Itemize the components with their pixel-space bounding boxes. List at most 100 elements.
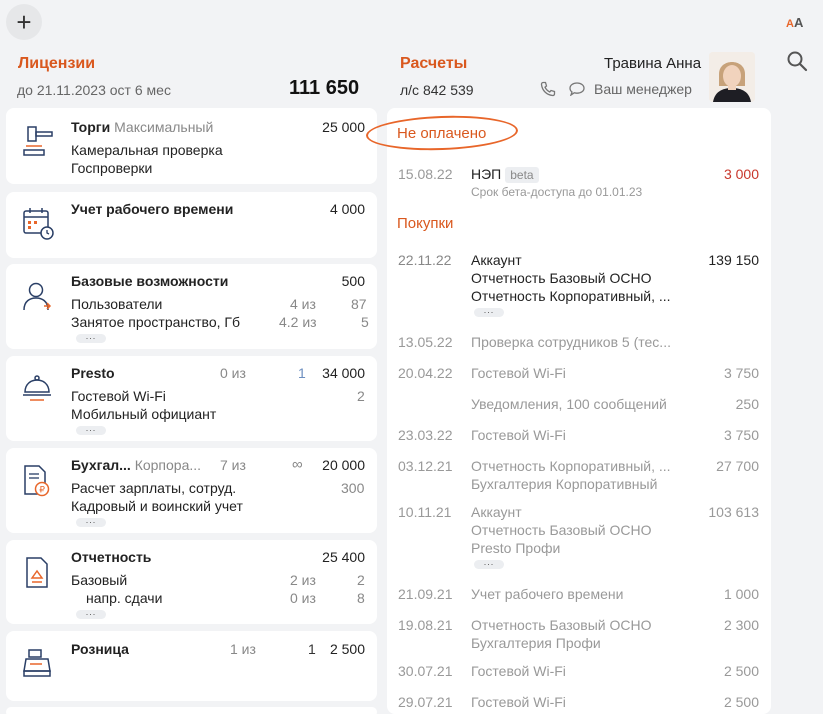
more-button[interactable]: ...: [76, 608, 106, 619]
purchase-date: 10.11.21: [398, 504, 452, 520]
purchase-line: Отчетность Базовый ОСНО: [471, 270, 652, 286]
license-used: 1 из: [230, 641, 256, 657]
license-total: 300: [341, 480, 365, 496]
license-name: Базовые возможности: [71, 273, 229, 289]
license-option: Гостевой Wi-Fi: [71, 388, 166, 404]
license-total: 8: [357, 590, 365, 606]
purchase-sum: 2 300: [723, 617, 759, 633]
purchase-sum: 27 700: [716, 458, 759, 474]
payment-note: Срок бета-доступа до 01.01.23: [471, 185, 643, 199]
license-price: 500: [341, 273, 365, 289]
purchase-line: Аккаунт: [471, 252, 522, 268]
payment-sum[interactable]: 3 000: [724, 166, 759, 182]
license-price: 2 500: [329, 641, 365, 657]
license-option: Занятое пространство, Гб: [71, 314, 240, 330]
search-icon[interactable]: [786, 50, 808, 72]
user-icon: [23, 282, 52, 311]
license-total: 1: [308, 641, 316, 657]
purchase-sum: 250: [735, 396, 759, 412]
chat-icon: [569, 82, 585, 96]
license-used: 0 из: [290, 590, 316, 606]
license-price: 25 400: [322, 549, 365, 565]
ruble-doc-icon: ₽: [24, 465, 50, 497]
purchase-line: Бухгалтерия Профи: [471, 635, 601, 651]
purchase-sum: 103 613: [708, 504, 759, 520]
purchase-line: Отчетность Базовый ОСНО: [471, 617, 652, 633]
license-total: 87: [351, 296, 367, 312]
license-card-reporting[interactable]: Отчетность 25 400 Базовый 2 из 2 напр. с…: [6, 540, 377, 624]
purchase-line: Аккаунт: [471, 504, 522, 520]
purchase-date: 03.12.21: [398, 458, 453, 474]
purchase-line: Отчетность Базовый ОСНО: [471, 522, 652, 538]
license-name: Розница: [71, 641, 129, 657]
purchase-line: Гостевой Wi-Fi: [471, 663, 566, 679]
purchase-sum: 2 500: [723, 663, 759, 679]
payment-date: 15.08.22: [398, 166, 453, 182]
license-name: Торги: [71, 119, 111, 135]
purchase-sum: 3 750: [723, 365, 759, 381]
more-button[interactable]: ...: [474, 558, 504, 569]
license-card-time-tracking[interactable]: Учет рабочего времени 4 000: [6, 192, 377, 258]
license-option: Мобильный официант: [71, 406, 217, 422]
more-button[interactable]: ...: [76, 332, 106, 343]
license-card-partial: [6, 707, 377, 714]
user-name[interactable]: Травина Анна: [604, 55, 701, 72]
avatar[interactable]: [709, 52, 755, 102]
purchases-header[interactable]: Покупки: [397, 215, 453, 232]
licenses-title[interactable]: Лицензии: [18, 55, 95, 73]
gavel-icon: [23, 126, 53, 156]
manager-link[interactable]: Ваш менеджер: [594, 81, 692, 97]
phone-icon[interactable]: [540, 81, 556, 97]
purchase-date: 23.03.22: [398, 427, 453, 443]
report-doc-icon: [26, 557, 48, 588]
license-option: Базовый: [71, 572, 128, 588]
calendar-clock-icon: [23, 208, 54, 240]
license-used: 2 из: [290, 572, 316, 588]
purchase-date: 19.08.21: [398, 617, 453, 633]
purchase-line: Гостевой Wi-Fi: [471, 365, 566, 381]
license-name: Учет рабочего времени: [71, 201, 234, 217]
more-button[interactable]: ...: [474, 306, 504, 317]
license-total: ∞: [292, 456, 303, 473]
purchase-line: Presto Профи: [471, 540, 561, 556]
purchase-date: 13.05.22: [398, 334, 453, 350]
more-button[interactable]: ...: [76, 516, 106, 527]
purchase-date: 20.04.22: [398, 365, 453, 381]
license-price: 25 000: [322, 119, 365, 135]
purchase-line: Проверка сотрудников 5 (тес...: [471, 334, 671, 350]
licenses-total: 111 650: [289, 77, 360, 99]
purchase-date: 30.07.21: [398, 663, 453, 679]
license-card-retail[interactable]: Розница 1 из 1 2 500: [6, 631, 377, 701]
cash-register-icon: [23, 649, 51, 677]
purchase-line: Отчетность Корпоративный, ...: [471, 288, 671, 304]
add-button[interactable]: +: [6, 4, 42, 40]
license-name: Отчетность: [71, 549, 152, 565]
license-total: 2: [357, 388, 365, 404]
license-option: Камеральная проверка: [71, 142, 223, 158]
payments-title[interactable]: Расчеты: [400, 55, 467, 73]
purchase-line: Уведомления, 100 сообщений: [471, 396, 667, 412]
license-total: 5: [361, 314, 369, 330]
account-number: л/с 842 539: [400, 82, 474, 98]
license-price: 20 000: [322, 457, 365, 473]
license-option: Госпроверки: [71, 160, 153, 176]
license-name: Бухгал...: [71, 457, 131, 473]
license-card-basic[interactable]: Базовые возможности 500 Пользователи 4 и…: [6, 264, 377, 349]
license-total: 1: [298, 365, 306, 381]
license-card-torgi[interactable]: Торги Максимальный 25 000 Камеральная пр…: [6, 108, 377, 184]
purchase-line: Гостевой Wi-Fi: [471, 694, 566, 710]
purchase-line: Бухгалтерия Корпоративный: [471, 476, 658, 492]
unpaid-header[interactable]: Не оплачено: [397, 125, 486, 142]
purchase-date: 22.11.22: [398, 252, 452, 268]
license-card-presto[interactable]: Presto 0 из 1 34 000 Гостевой Wi-Fi 2 Мо…: [6, 356, 377, 441]
license-option: Кадровый и воинский учет: [71, 498, 243, 514]
license-price: 34 000: [322, 365, 365, 381]
license-option: Расчет зарплаты, сотруд.: [71, 480, 237, 496]
license-used: 4.2 из: [279, 314, 317, 330]
license-card-accounting[interactable]: ₽ Бухгал... Корпора... 7 из ∞ 20 000 Рас…: [6, 448, 377, 533]
font-size-button[interactable]: AA: [786, 15, 803, 30]
license-used: 7 из: [220, 457, 246, 473]
purchase-sum: 139 150: [708, 252, 759, 268]
purchase-sum: 3 750: [723, 427, 759, 443]
more-button[interactable]: ...: [76, 424, 106, 435]
